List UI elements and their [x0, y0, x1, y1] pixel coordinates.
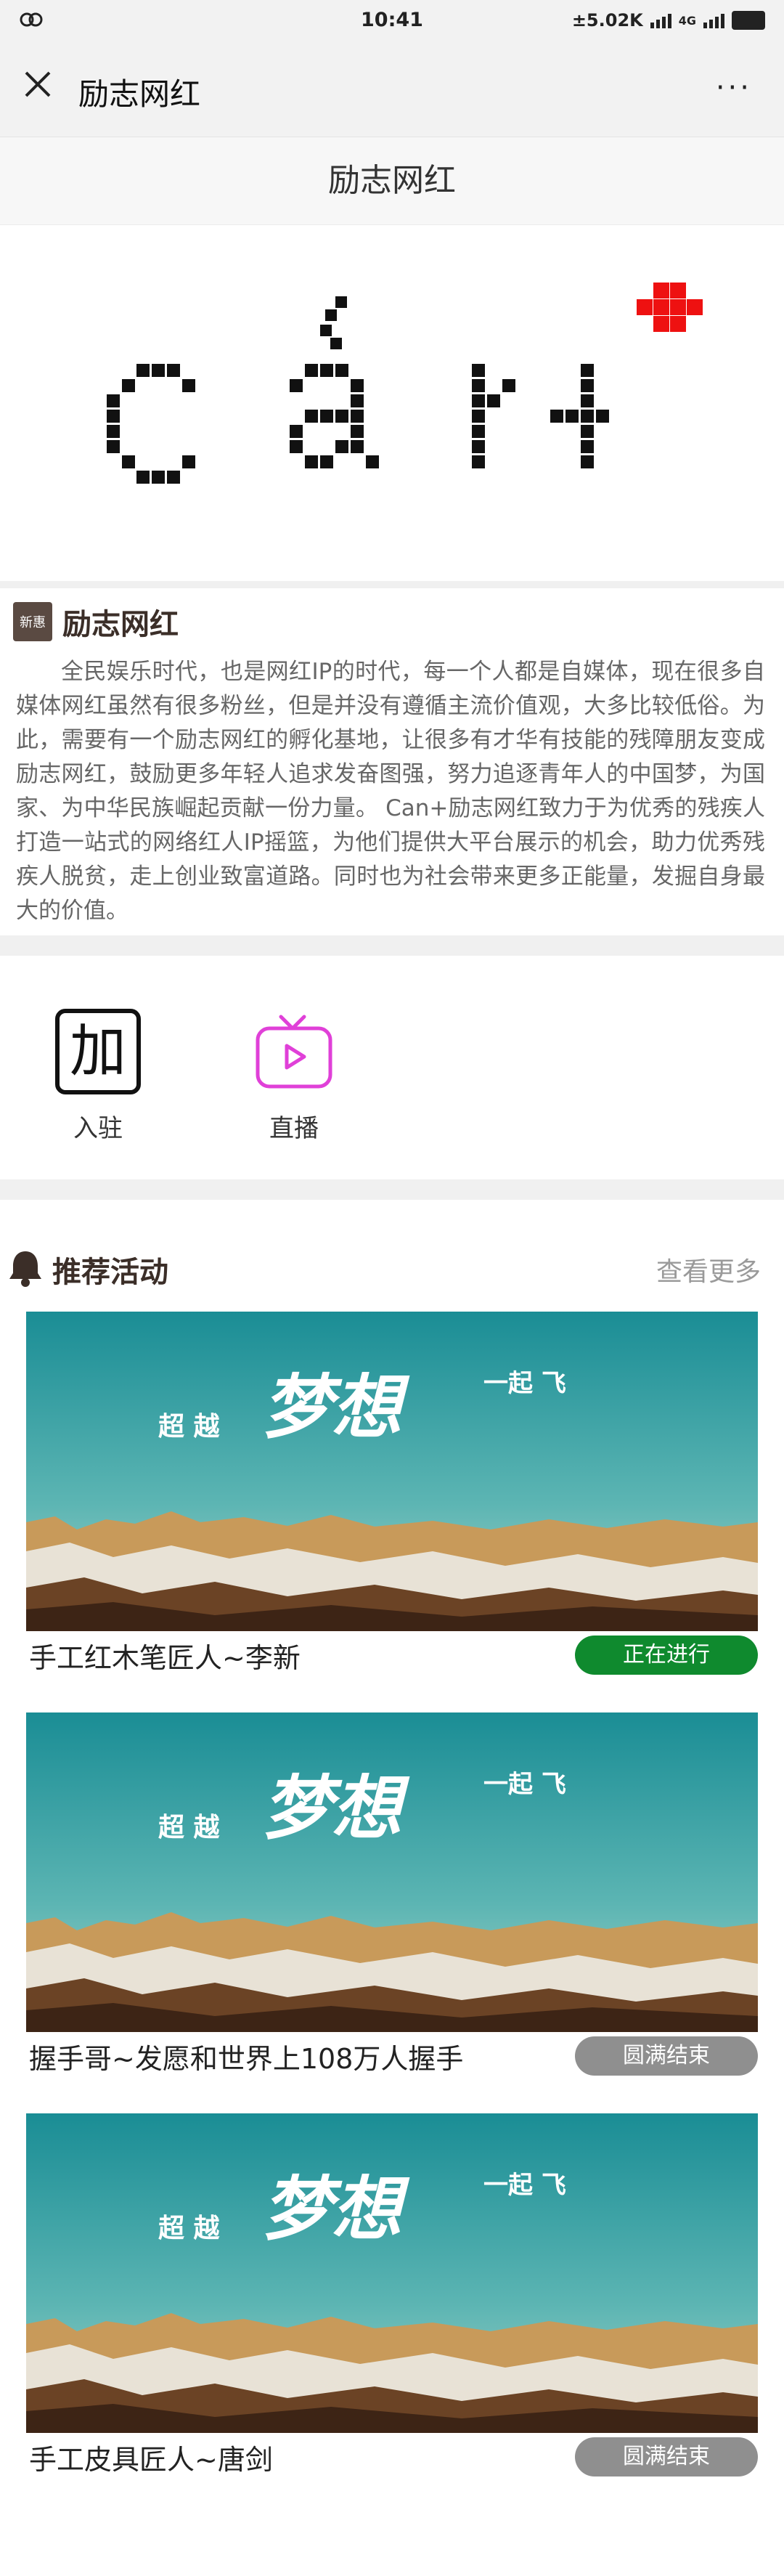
status-bar: 10:41 ±5.02K 4G [0, 0, 784, 42]
page-title: 励志网红 [0, 137, 784, 225]
view-more-link[interactable]: 查看更多 [656, 1251, 761, 1288]
activity-banner-image: 超 越 梦想 一起 飞 [26, 1712, 758, 2032]
svg-text:一起 飞: 一起 飞 [483, 2171, 566, 2200]
activity-list: 超 越 梦想 一起 飞 手工红木笔匠人~李新 正在进行 超 越 梦想 一起 飞 … [0, 1312, 784, 2481]
activity-info-row: 手工红木笔匠人~李新 正在进行 [26, 1631, 758, 1679]
brand-banner [0, 225, 784, 588]
activity-info-row: 握手哥~发愿和世界上108万人握手 圆满结束 [26, 2032, 758, 2080]
battery-icon [732, 11, 765, 30]
nav-title: 励志网红 [78, 76, 201, 112]
activity-status-badge: 圆满结束 [575, 2437, 758, 2477]
intro-logo: 新惠 [13, 602, 52, 641]
status-right: ±5.02K 4G [572, 10, 765, 31]
bell-icon [7, 1248, 44, 1291]
live-label: 直播 [269, 1114, 319, 1143]
signal-icon [650, 12, 671, 28]
red-plus-icon [637, 283, 703, 332]
tv-play-icon [249, 1007, 339, 1097]
activities-header: 推荐活动 查看更多 [0, 1227, 784, 1312]
svg-text:一起 飞: 一起 飞 [483, 1369, 566, 1398]
svg-text:超 越: 超 越 [158, 1812, 221, 1842]
svg-text:一起 飞: 一起 飞 [483, 1770, 566, 1799]
nav-bar: 励志网红 ··· [0, 42, 784, 137]
join-entry[interactable]: 加 入驻 [0, 1007, 196, 1144]
activity-card[interactable]: 超 越 梦想 一起 飞 手工红木笔匠人~李新 正在进行 [26, 1312, 758, 1679]
intro-title: 励志网红 [62, 608, 179, 641]
activity-info-row: 手工皮具匠人~唐剑 圆满结束 [26, 2433, 758, 2481]
activity-name: 手工皮具匠人~唐剑 [29, 2443, 273, 2476]
activity-card[interactable]: 超 越 梦想 一起 飞 手工皮具匠人~唐剑 圆满结束 [26, 2113, 758, 2481]
can-plus-logo [107, 283, 703, 484]
activity-status-badge: 正在进行 [575, 1636, 758, 1675]
svg-text:梦想: 梦想 [262, 1366, 410, 1448]
entry-row: 加 入驻 直播 [0, 956, 784, 1179]
intro-section: 新惠 励志网红 全民娱乐时代，也是网红IP的时代，每一个人都是自媒体，现在很多自… [0, 588, 784, 935]
intro-text: 全民娱乐时代，也是网红IP的时代，每一个人都是自媒体，现在很多自媒体网红虽然有很… [16, 659, 765, 924]
section-divider-2 [0, 1179, 784, 1200]
section-divider [0, 935, 784, 956]
activities-title: 推荐活动 [52, 1256, 168, 1289]
svg-text:梦想: 梦想 [262, 2168, 410, 2250]
svg-text:梦想: 梦想 [262, 1767, 410, 1849]
jia-icon: 加 [53, 1007, 143, 1097]
live-entry[interactable]: 直播 [196, 1007, 392, 1144]
more-menu-button[interactable]: ··· [716, 71, 752, 105]
activity-card[interactable]: 超 越 梦想 一起 飞 握手哥~发愿和世界上108万人握手 圆满结束 [26, 1712, 758, 2080]
close-icon[interactable] [22, 68, 58, 105]
activity-name: 手工红木笔匠人~李新 [29, 1641, 301, 1674]
activity-banner-image: 超 越 梦想 一起 飞 [26, 1312, 758, 1631]
network-speed: ±5.02K [571, 10, 643, 31]
signal-icon-2 [703, 12, 724, 28]
activity-banner-image: 超 越 梦想 一起 飞 [26, 2113, 758, 2433]
join-label: 入驻 [73, 1114, 123, 1143]
svg-text:超 越: 超 越 [158, 2213, 221, 2243]
intro-header: 新惠 励志网红 [13, 588, 771, 655]
activity-name: 握手哥~发愿和世界上108万人握手 [29, 2042, 464, 2075]
activity-status-badge: 圆满结束 [575, 2036, 758, 2076]
network-type: 4G [678, 13, 696, 28]
svg-text:超 越: 超 越 [158, 1411, 221, 1442]
